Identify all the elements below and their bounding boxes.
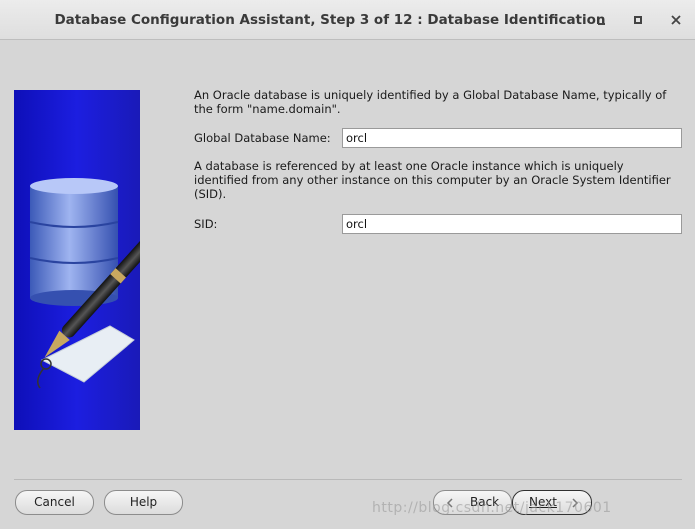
maximize-icon[interactable]: [626, 8, 650, 32]
database-pen-tag-icon: [14, 90, 140, 430]
global-database-name-input[interactable]: [342, 128, 682, 148]
sid-input[interactable]: [342, 214, 682, 234]
sid-description: A database is referenced by at least one…: [194, 159, 671, 201]
help-button[interactable]: Help: [104, 490, 183, 515]
global-name-description: An Oracle database is uniquely identifie…: [194, 88, 667, 116]
footer-separator: [14, 479, 682, 480]
cancel-button[interactable]: Cancel: [15, 490, 94, 515]
watermark: http://blog.csdn.net/jack170601: [372, 500, 612, 516]
minimize-icon[interactable]: [590, 8, 614, 32]
window-title: Database Configuration Assistant, Step 3…: [54, 12, 606, 28]
close-icon[interactable]: [664, 8, 688, 32]
title-bar: Database Configuration Assistant, Step 3…: [0, 0, 695, 40]
sid-label: SID:: [194, 217, 218, 231]
global-database-name-label: Global Database Name:: [194, 131, 331, 145]
